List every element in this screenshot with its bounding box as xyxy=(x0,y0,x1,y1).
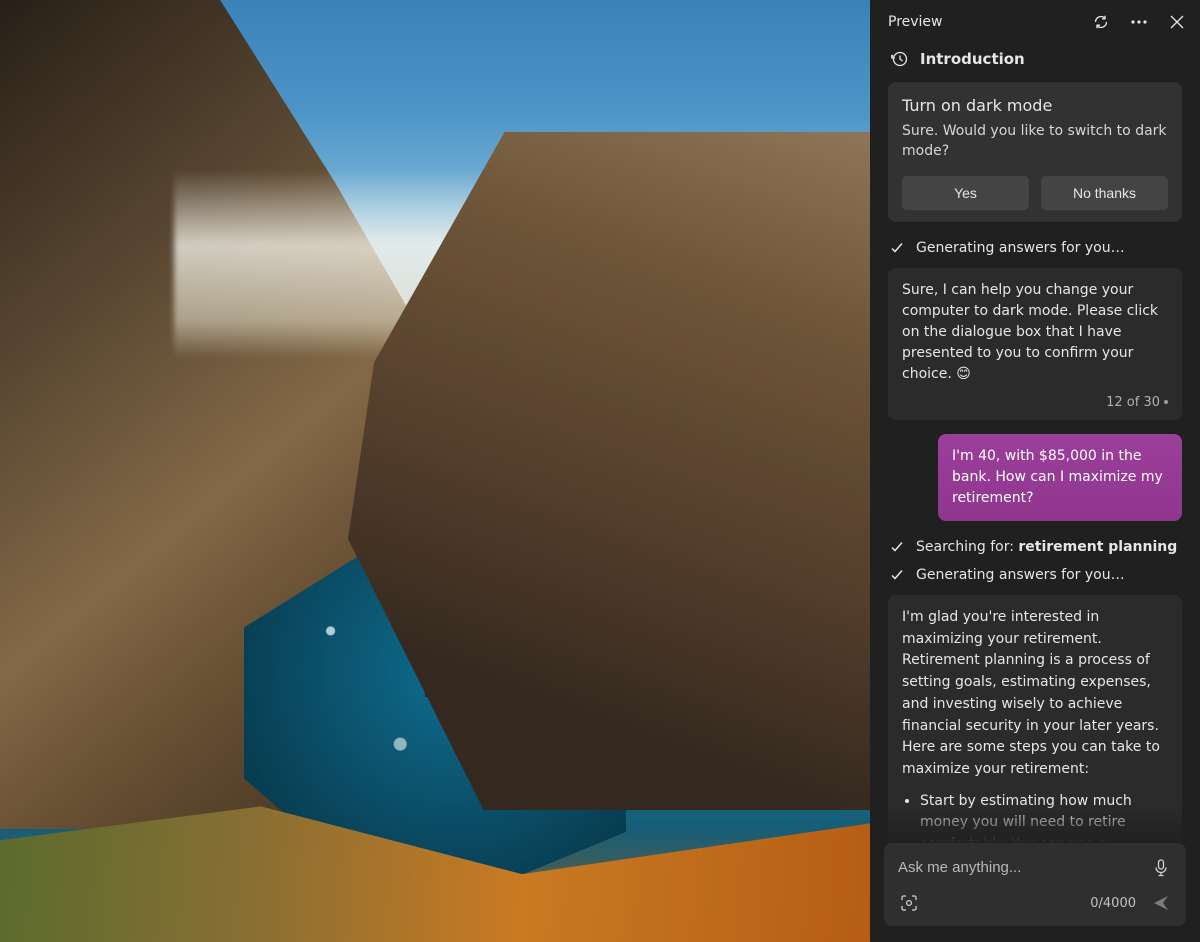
check-icon xyxy=(890,540,904,554)
card-title: Turn on dark mode xyxy=(902,96,1168,115)
mic-icon xyxy=(1153,859,1169,877)
assistant-message-intro: I'm glad you're interested in maximizing… xyxy=(902,609,1160,777)
yes-button[interactable]: Yes xyxy=(902,176,1029,210)
image-search-button[interactable] xyxy=(894,888,924,918)
status-generating-2: Generating answers for you… xyxy=(888,567,1182,595)
user-message-text: I'm 40, with $85,000 in the bank. How ca… xyxy=(952,448,1163,506)
user-message: I'm 40, with $85,000 in the bank. How ca… xyxy=(938,434,1182,521)
panel-header: Preview xyxy=(870,0,1200,44)
status-prefix: Searching for: xyxy=(916,539,1018,555)
scan-icon xyxy=(900,894,918,912)
assistant-message: Sure, I can help you change your compute… xyxy=(888,268,1182,421)
message-counter: 12 of 30 xyxy=(902,385,1168,413)
assistant-message-text: Sure, I can help you change your compute… xyxy=(902,282,1158,382)
refresh-icon xyxy=(1093,14,1109,30)
card-body: Sure. Would you like to switch to dark m… xyxy=(902,121,1168,162)
panel-title: Preview xyxy=(874,14,1082,30)
send-icon xyxy=(1152,894,1170,912)
check-icon xyxy=(890,241,904,255)
section-title: Introduction xyxy=(920,50,1025,68)
section-header: Introduction xyxy=(870,44,1200,82)
more-icon xyxy=(1131,20,1147,24)
mic-button[interactable] xyxy=(1146,853,1176,883)
check-icon xyxy=(890,568,904,582)
refresh-button[interactable] xyxy=(1082,4,1120,40)
copilot-panel: Preview Introduction Turn on da xyxy=(870,0,1200,942)
dark-mode-card: Turn on dark mode Sure. Would you like t… xyxy=(888,82,1182,222)
status-generating: Generating answers for you… xyxy=(888,236,1182,268)
close-button[interactable] xyxy=(1158,4,1196,40)
status-text: Generating answers for you… xyxy=(916,240,1125,256)
desktop-wallpaper xyxy=(0,0,870,942)
no-thanks-button[interactable]: No thanks xyxy=(1041,176,1168,210)
input-area: 0/4000 xyxy=(870,843,1200,942)
close-icon xyxy=(1170,15,1184,29)
send-button[interactable] xyxy=(1146,888,1176,918)
status-searching: Searching for: retirement planning xyxy=(888,535,1182,567)
assistant-message-long: I'm glad you're interested in maximizing… xyxy=(888,595,1182,843)
prompt-input[interactable] xyxy=(894,851,1146,884)
history-icon xyxy=(890,50,908,68)
more-button[interactable] xyxy=(1120,4,1158,40)
status-text: Generating answers for you… xyxy=(916,567,1125,583)
list-item: Start by estimating how much money you w… xyxy=(920,791,1168,843)
conversation-scroll[interactable]: Turn on dark mode Sure. Would you like t… xyxy=(870,82,1200,843)
char-counter: 0/4000 xyxy=(1090,896,1136,911)
search-query: retirement planning xyxy=(1018,539,1177,555)
